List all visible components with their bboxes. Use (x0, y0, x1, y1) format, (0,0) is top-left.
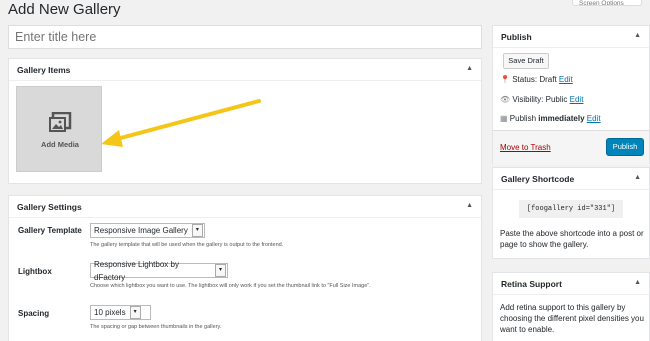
publish-box: Publish ▲ Save Draft 📍 Status: Draft Edit… (492, 25, 650, 165)
pin-icon: 📍 (500, 75, 510, 84)
gallery-template-description: The gallery template that will be used w… (90, 242, 284, 248)
visibility-label: Visibility: (512, 95, 544, 104)
shortcode-title: Gallery Shortcode (501, 174, 575, 184)
chevron-down-icon: ▾ (215, 264, 226, 277)
lightbox-label: Lightbox (18, 267, 52, 276)
pointer-arrow-icon (101, 99, 261, 147)
eye-icon: 👁 (500, 95, 511, 104)
edit-status-link[interactable]: Edit (559, 75, 573, 84)
gallery-items-box: Gallery Items ▲ Add Media (8, 58, 482, 184)
collapse-toggle-icon[interactable]: ▲ (634, 273, 641, 293)
shortcode-heading: Gallery Shortcode ▲ (493, 168, 649, 190)
publish-title: Publish (501, 32, 532, 42)
gallery-settings-title: Gallery Settings (17, 202, 82, 212)
collapse-toggle-icon[interactable]: ▲ (634, 26, 641, 46)
spacing-description: The spacing or gap between thumbnails in… (90, 324, 222, 330)
gallery-settings-box: Gallery Settings ▲ Gallery Template Respo… (8, 195, 482, 341)
publish-time-value: immediately (538, 114, 585, 123)
publish-actions: Move to Trash Publish (493, 130, 649, 165)
spacing-value: 10 pixels (94, 308, 126, 317)
shortcode-code[interactable]: [foogallery id="331"] (519, 200, 623, 218)
gallery-items-title: Gallery Items (17, 65, 71, 75)
gallery-items-heading: Gallery Items ▲ (9, 59, 481, 81)
lightbox-description: Choose which lightbox you want to use. T… (90, 283, 371, 289)
visibility-value: Public (545, 95, 568, 104)
lightbox-value: Responsive Lightbox by dFactory (94, 259, 179, 282)
status-row: 📍 Status: Draft Edit (500, 75, 573, 84)
edit-visibility-link[interactable]: Edit (570, 95, 584, 104)
retina-box: Retina Support ▲ Add retina support to th… (492, 272, 650, 341)
move-to-trash-link[interactable]: Move to Trash (500, 143, 551, 152)
screen-options-button[interactable]: Screen Options (572, 0, 642, 6)
collapse-toggle-icon[interactable]: ▲ (466, 59, 473, 79)
save-draft-button[interactable]: Save Draft (503, 53, 549, 69)
gallery-settings-heading: Gallery Settings ▲ (9, 196, 481, 218)
lightbox-select[interactable]: Responsive Lightbox by dFactory ▾ (90, 260, 228, 282)
add-media-label: Add Media (41, 140, 79, 149)
gallery-template-label: Gallery Template (18, 226, 82, 235)
media-gallery-icon (49, 112, 72, 132)
collapse-toggle-icon[interactable]: ▲ (466, 196, 473, 216)
retina-heading: Retina Support ▲ (493, 273, 649, 295)
publish-time-label: Publish (509, 114, 537, 123)
gallery-template-value: Responsive Image Gallery (94, 226, 188, 235)
spacing-label: Spacing (18, 309, 50, 318)
retina-title: Retina Support (501, 279, 562, 289)
shortcode-box: Gallery Shortcode ▲ [foogallery id="331"]… (492, 167, 650, 259)
shortcode-help: Paste the above shortcode into a post or… (500, 229, 644, 249)
visibility-row: 👁 Visibility: Public Edit (500, 95, 583, 104)
chevron-down-icon: ▾ (129, 306, 141, 319)
retina-text: Add retina support to this gallery by ch… (500, 303, 644, 334)
status-label: Status: (512, 75, 538, 84)
status-value: Draft (539, 75, 557, 84)
title-input[interactable] (8, 25, 482, 49)
spacing-select[interactable]: 10 pixels ▾ (90, 305, 151, 320)
publish-heading: Publish ▲ (493, 26, 649, 48)
add-media-tile[interactable]: Add Media (16, 86, 102, 172)
edit-publish-time-link[interactable]: Edit (587, 114, 601, 123)
page-title: Add New Gallery (8, 1, 121, 18)
publish-button[interactable]: Publish (606, 138, 644, 156)
publish-time-row: ▦ Publish immediately Edit (500, 114, 601, 123)
gallery-template-select[interactable]: Responsive Image Gallery ▾ (90, 223, 205, 238)
calendar-icon: ▦ (500, 114, 508, 123)
collapse-toggle-icon[interactable]: ▲ (634, 168, 641, 188)
chevron-down-icon: ▾ (191, 224, 203, 237)
